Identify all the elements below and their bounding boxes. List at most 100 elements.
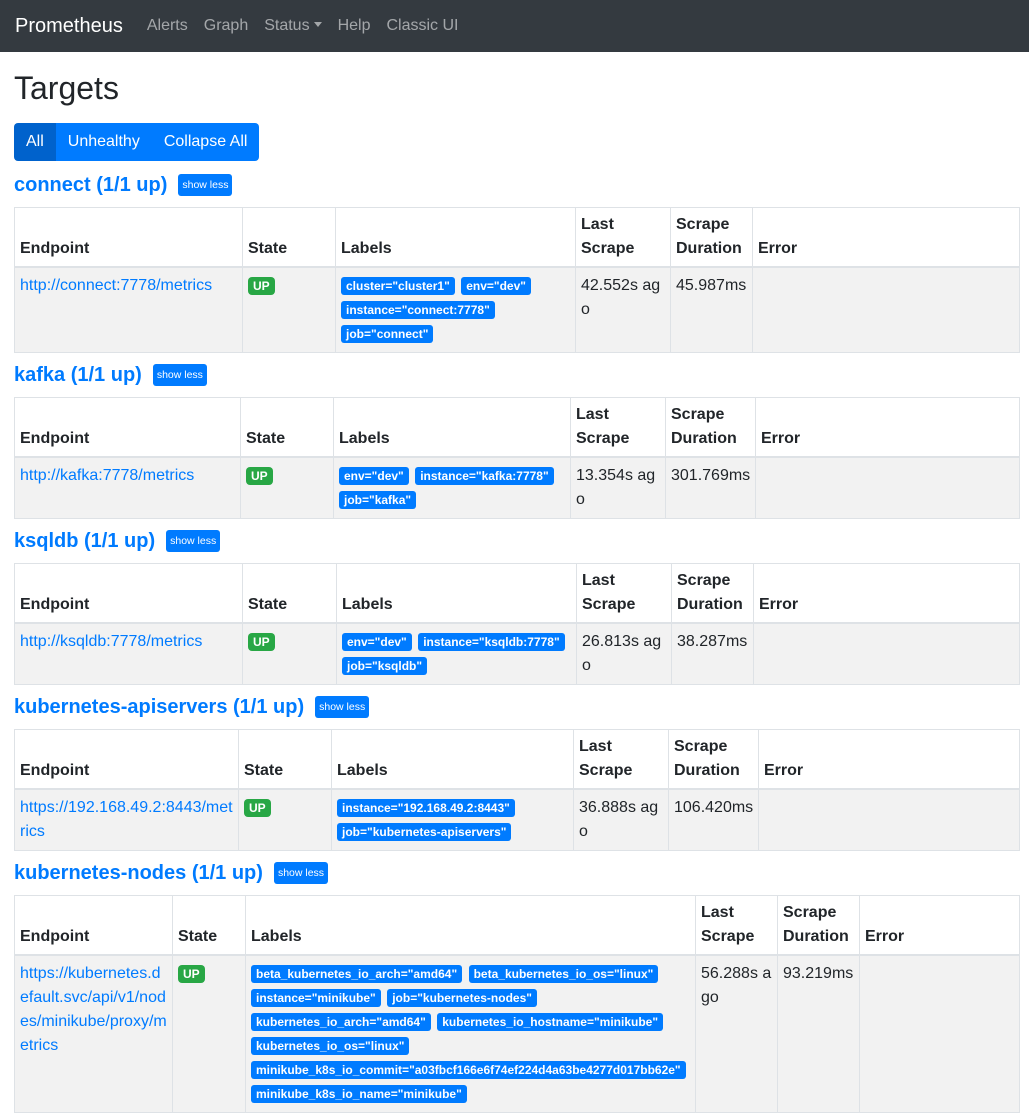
targets-table: Endpoint State Labels Last Scrape Scrape Dur…	[14, 729, 1020, 851]
last-scrape-cell: 42.552s ago	[575, 266, 671, 353]
pool-header: kubernetes-nodes (1/1 up) show less	[14, 859, 1019, 887]
pool-title-link[interactable]: kubernetes-nodes (1/1 up)	[14, 862, 263, 885]
label-badge: job="kafka"	[339, 491, 417, 509]
column-header-last-scrape: Last Scrape	[575, 207, 671, 268]
show-less-button[interactable]: show less	[178, 174, 233, 196]
show-less-button[interactable]: show less	[315, 696, 370, 718]
endpoint-link[interactable]: http://connect:7778/metrics	[20, 277, 212, 294]
label-badge: instance="192.168.49.2:8443"	[337, 799, 515, 817]
scrape-duration-cell: 38.287ms	[671, 622, 754, 685]
state-cell: UP	[238, 788, 332, 851]
labels-cell: instance="192.168.49.2:8443" job="kubern…	[331, 788, 574, 851]
error-cell	[752, 266, 1020, 353]
nav-help[interactable]: Help	[338, 17, 371, 35]
label-badge: env="dev"	[339, 467, 409, 485]
state-cell: UP	[240, 456, 334, 519]
column-header-state: State	[242, 207, 336, 268]
column-header-last-scrape: Last Scrape	[570, 397, 666, 458]
column-header-last-scrape: Last Scrape	[695, 895, 778, 956]
column-header-error: Error	[859, 895, 1020, 956]
scrape-duration-cell: 301.769ms	[665, 456, 756, 519]
status-badge: UP	[244, 799, 271, 817]
table-row: http://kafka:7778/metrics UP env="dev" ins…	[14, 456, 1020, 519]
column-header-labels: Labels	[335, 207, 576, 268]
pool-header: kafka (1/1 up) show less	[14, 361, 1019, 389]
column-header-endpoint: Endpoint	[14, 729, 239, 790]
label-badge: instance="ksqldb:7778"	[418, 633, 565, 651]
show-less-button[interactable]: show less	[152, 364, 207, 386]
pool-title-link[interactable]: kubernetes-apiservers (1/1 up)	[14, 696, 304, 719]
label-badge: kubernetes_io_hostname="minikube"	[437, 1013, 664, 1031]
last-scrape-cell: 36.888s ago	[573, 788, 669, 851]
column-header-endpoint: Endpoint	[14, 895, 173, 956]
endpoint-link[interactable]: http://kafka:7778/metrics	[20, 467, 194, 484]
nav-classic-ui[interactable]: Classic UI	[386, 17, 458, 35]
label-badge: instance="kafka:7778"	[415, 467, 554, 485]
label-badge: kubernetes_io_arch="amd64"	[251, 1013, 431, 1031]
column-header-state: State	[238, 729, 332, 790]
last-scrape-cell: 56.288s ago	[695, 954, 778, 1113]
column-header-state: State	[240, 397, 334, 458]
column-header-scrape-duration: Scrape Duration	[671, 563, 754, 624]
labels-cell: cluster="cluster1" env="dev" instance="c…	[335, 266, 576, 353]
pool-header: kubernetes-apiservers (1/1 up) show less	[14, 693, 1019, 721]
label-badge: beta_kubernetes_io_os="linux"	[468, 965, 659, 983]
label-badge: kubernetes_io_os="linux"	[251, 1037, 410, 1055]
scrape-duration-cell: 93.219ms	[777, 954, 860, 1113]
pool-title-link[interactable]: kafka (1/1 up)	[14, 364, 142, 387]
column-header-labels: Labels	[245, 895, 696, 956]
pool-header: ksqldb (1/1 up) show less	[14, 527, 1019, 555]
endpoint-link[interactable]: http://ksqldb:7778/metrics	[20, 633, 202, 650]
table-header-row: Endpoint State Labels Last Scrape Scrape Dur…	[14, 207, 1020, 268]
column-header-endpoint: Endpoint	[14, 207, 243, 268]
nav-alerts[interactable]: Alerts	[147, 17, 188, 35]
table-row: https://192.168.49.2:8443/metrics UP insta…	[14, 788, 1020, 851]
column-header-endpoint: Endpoint	[14, 397, 241, 458]
brand-link[interactable]: Prometheus	[15, 15, 123, 38]
filter-unhealthy-button[interactable]: Unhealthy	[55, 123, 152, 161]
show-less-button[interactable]: show less	[273, 862, 329, 884]
nav-status-dropdown[interactable]: Status	[264, 17, 322, 35]
endpoint-cell: http://connect:7778/metrics	[14, 266, 243, 353]
state-cell: UP	[172, 954, 246, 1113]
filter-all-button[interactable]: All	[14, 123, 56, 161]
endpoint-cell: https://kubernetes.default.svc/api/v1/no…	[14, 954, 173, 1113]
column-header-scrape-duration: Scrape Duration	[665, 397, 756, 458]
column-header-state: State	[242, 563, 337, 624]
pool-title-link[interactable]: ksqldb (1/1 up)	[14, 530, 155, 553]
show-less-button[interactable]: show less	[166, 530, 221, 552]
endpoint-cell: https://192.168.49.2:8443/metrics	[14, 788, 239, 851]
table-row: http://connect:7778/metrics UP cluster="cl…	[14, 266, 1020, 353]
main-content: Targets All Unhealthy Collapse All conne…	[0, 69, 1029, 1113]
nav-graph[interactable]: Graph	[204, 17, 248, 35]
status-badge: UP	[248, 277, 275, 295]
label-badge: job="connect"	[341, 325, 434, 343]
page-title: Targets	[14, 70, 119, 106]
collapse-all-button[interactable]: Collapse All	[151, 123, 260, 161]
scrape-duration-cell: 45.987ms	[670, 266, 753, 353]
column-header-endpoint: Endpoint	[14, 563, 243, 624]
label-badge: beta_kubernetes_io_arch="amd64"	[251, 965, 463, 983]
error-cell	[753, 622, 1020, 685]
filter-button-group: All Unhealthy Collapse All	[14, 123, 260, 161]
column-header-last-scrape: Last Scrape	[576, 563, 672, 624]
endpoint-link[interactable]: https://kubernetes.default.svc/api/v1/no…	[20, 965, 167, 1054]
label-badge: env="dev"	[461, 277, 531, 295]
targets-table: Endpoint State Labels Last Scrape Scrape Dur…	[14, 397, 1020, 519]
pool-title-link[interactable]: connect (1/1 up)	[14, 174, 167, 197]
table-header-row: Endpoint State Labels Last Scrape Scrape Dur…	[14, 895, 1020, 956]
column-header-last-scrape: Last Scrape	[573, 729, 669, 790]
column-header-scrape-duration: Scrape Duration	[668, 729, 759, 790]
table-header-row: Endpoint State Labels Last Scrape Scrape Dur…	[14, 563, 1020, 624]
column-header-state: State	[172, 895, 246, 956]
label-badge: job="kubernetes-apiservers"	[337, 823, 512, 841]
label-badge: instance="minikube"	[251, 989, 381, 1007]
table-header-row: Endpoint State Labels Last Scrape Scrape Dur…	[14, 397, 1020, 458]
column-header-scrape-duration: Scrape Duration	[670, 207, 753, 268]
status-badge: UP	[248, 633, 275, 651]
targets-table: Endpoint State Labels Last Scrape Scrape Dur…	[14, 207, 1020, 353]
targets-table: Endpoint State Labels Last Scrape Scrape Dur…	[14, 895, 1020, 1113]
labels-cell: env="dev" instance="kafka:7778" job="kaf…	[333, 456, 571, 519]
endpoint-link[interactable]: https://192.168.49.2:8443/metrics	[20, 799, 233, 840]
labels-cell: env="dev" instance="ksqldb:7778" job="ks…	[336, 622, 577, 685]
